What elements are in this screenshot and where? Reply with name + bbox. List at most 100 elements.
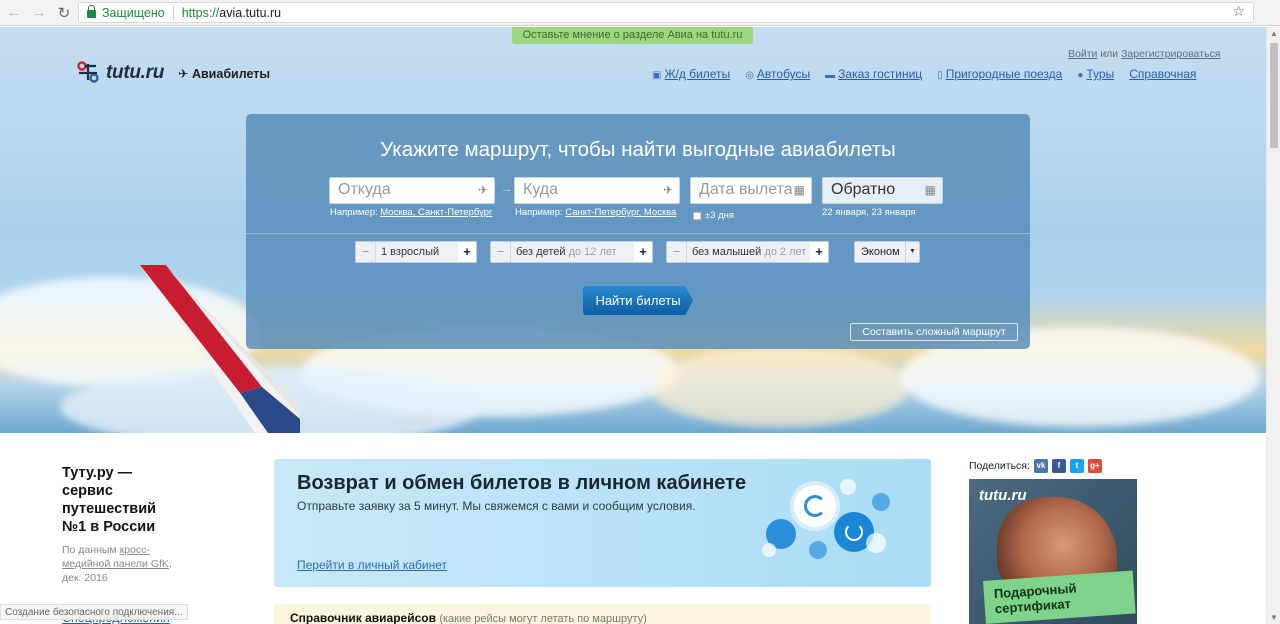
nav-suburban-link[interactable]: ▯ Пригородные поезда bbox=[937, 67, 1062, 81]
page-scrollbar[interactable]: ▲ ▼ bbox=[1266, 27, 1280, 624]
from-field[interactable]: Откуда ✈ bbox=[329, 177, 495, 204]
flight-reference-block[interactable]: Справочник авиарейсов (какие рейсы могут… bbox=[274, 604, 931, 624]
login-link[interactable]: Войти bbox=[1068, 48, 1097, 60]
feedback-banner[interactable]: Оставьте мнение о разделе Авиа на tutu.r… bbox=[512, 27, 753, 44]
return-date-field[interactable]: Обратно ▦ bbox=[822, 177, 943, 204]
browser-status-bar: Создание безопасного подключения... bbox=[0, 604, 188, 620]
return-label: Обратно bbox=[831, 181, 896, 198]
nav-train-link[interactable]: ▣ Ж/д билеты bbox=[652, 67, 730, 81]
search-panel: Укажите маршрут, чтобы найти выгодные ав… bbox=[246, 114, 1030, 349]
address-bar[interactable]: Защищено https://avia.tutu.ru ☆ bbox=[78, 2, 1254, 23]
ad-logo: tutu.ru bbox=[979, 487, 1027, 504]
children-label: без детей bbox=[516, 246, 566, 258]
scroll-thumb[interactable] bbox=[1270, 43, 1278, 148]
address-separator bbox=[172, 5, 174, 20]
train-icon: ▣ bbox=[652, 70, 662, 81]
infants-value: без малышей до 2 лет bbox=[687, 242, 810, 262]
infants-minus-button[interactable]: − bbox=[667, 242, 687, 262]
bed-icon: ▬ bbox=[825, 70, 836, 81]
promo-bubble bbox=[809, 541, 827, 559]
adults-plus-button[interactable]: + bbox=[458, 242, 476, 262]
to-placeholder: Куда bbox=[523, 181, 559, 198]
auth-or: или bbox=[1100, 48, 1119, 60]
adults-minus-button[interactable]: − bbox=[356, 242, 376, 262]
scroll-down-icon[interactable]: ▼ bbox=[1270, 613, 1278, 622]
adults-stepper: − 1 взрослый + bbox=[355, 241, 477, 263]
ad-certificate-label: Подарочный сертификат bbox=[983, 570, 1136, 624]
date-placeholder: Дата вылета bbox=[699, 181, 793, 198]
bookmark-star-icon[interactable]: ☆ bbox=[1232, 3, 1245, 20]
children-plus-button[interactable]: + bbox=[634, 242, 652, 262]
nav-label: Пригородные поезда bbox=[945, 67, 1063, 81]
infants-stepper: − без малышей до 2 лет + bbox=[666, 241, 829, 263]
class-select[interactable]: Эконом ▼ bbox=[854, 241, 920, 263]
plane-icon: ✈ bbox=[178, 67, 189, 81]
tutu-logo[interactable]: tutu.ru bbox=[76, 60, 164, 86]
children-minus-button[interactable]: − bbox=[491, 242, 511, 262]
chevron-down-icon: ▼ bbox=[905, 242, 919, 262]
share-bar: Поделиться: vk f t g+ bbox=[969, 459, 1102, 473]
promo-bubble bbox=[866, 533, 886, 553]
promo-subtitle: Отправьте заявку за 5 минут. Мы свяжемся… bbox=[297, 499, 696, 513]
date-field[interactable]: Дата вылета ▦ bbox=[690, 177, 812, 204]
nav-label: Автобусы bbox=[756, 67, 811, 81]
from-placeholder: Откуда bbox=[338, 181, 391, 198]
back-arrow-icon[interactable]: ← bbox=[3, 2, 25, 24]
infants-note: до 2 лет bbox=[764, 246, 807, 258]
nav-tours-link[interactable]: ● Туры bbox=[1077, 67, 1114, 81]
scroll-up-icon[interactable]: ▲ bbox=[1270, 29, 1278, 38]
lock-icon bbox=[87, 5, 96, 18]
refund-promo-banner[interactable]: Возврат и обмен билетов в личном кабинет… bbox=[274, 459, 931, 587]
nav-bus-link[interactable]: ◎ Автобусы bbox=[745, 67, 810, 81]
cloud-shape bbox=[650, 347, 910, 427]
promo-bubble bbox=[762, 543, 776, 557]
flex-days-checkbox[interactable]: ±3 дня bbox=[693, 210, 734, 221]
plane-icon: ✈ bbox=[477, 183, 488, 197]
complex-route-button[interactable]: Составить сложный маршрут bbox=[850, 323, 1018, 341]
to-field[interactable]: Куда ✈ bbox=[514, 177, 680, 204]
register-link[interactable]: Зарегистрироваться bbox=[1121, 48, 1220, 60]
account-link[interactable]: Перейти в личный кабинет bbox=[297, 558, 447, 572]
find-tickets-button[interactable]: Найти билеты bbox=[583, 286, 693, 315]
browser-toolbar: ← → ↻ Защищено https://avia.tutu.ru ☆ bbox=[0, 0, 1280, 26]
suburban-train-icon: ▯ bbox=[937, 70, 943, 81]
auth-links: Войти или Зарегистрироваться bbox=[1068, 48, 1220, 60]
share-label: Поделиться: bbox=[969, 460, 1030, 472]
children-stepper: − без детей до 12 лет + bbox=[490, 241, 653, 263]
secure-label: Защищено bbox=[102, 5, 165, 20]
reload-icon[interactable]: ↻ bbox=[53, 2, 75, 24]
facebook-share-icon[interactable]: f bbox=[1051, 459, 1066, 473]
nav-label: Заказ гостиниц bbox=[838, 67, 923, 81]
calendar-icon: ▦ bbox=[791, 183, 805, 197]
twitter-share-icon[interactable]: t bbox=[1069, 459, 1084, 473]
top-navigation: ▣ Ж/д билеты ◎ Автобусы ▬ Заказ гостиниц ▯ П… bbox=[652, 67, 1196, 81]
url-text: https://avia.tutu.ru bbox=[182, 6, 281, 20]
refresh-icon bbox=[804, 495, 826, 517]
children-value: без детей до 12 лет bbox=[511, 242, 634, 262]
children-note: до 12 лет bbox=[568, 246, 617, 258]
hint-prefix: Например: bbox=[515, 207, 563, 218]
to-hint: Например: Санкт-Петербург, Москва bbox=[515, 207, 676, 218]
forward-arrow-icon[interactable]: → bbox=[28, 2, 50, 24]
url-host: avia.tutu.ru bbox=[219, 5, 282, 20]
bus-icon: ◎ bbox=[745, 70, 754, 81]
gift-certificate-ad[interactable]: tutu.ru Подарочный сертификат bbox=[969, 479, 1137, 624]
class-value: Эконом bbox=[861, 246, 900, 258]
return-hint[interactable]: 22 января, 23 января bbox=[822, 207, 916, 218]
from-hint-cities[interactable]: Москва, Санкт-Петербург bbox=[380, 207, 492, 218]
infants-label: без малышей bbox=[692, 246, 762, 258]
infants-plus-button[interactable]: + bbox=[810, 242, 828, 262]
plane-icon: ✈ bbox=[662, 183, 673, 197]
calendar-icon: ▦ bbox=[924, 183, 936, 197]
to-hint-cities[interactable]: Санкт-Петербург, Москва bbox=[565, 207, 676, 218]
vk-share-icon[interactable]: vk bbox=[1033, 459, 1048, 473]
hint-prefix: Например: bbox=[330, 207, 378, 218]
nav-hotel-link[interactable]: ▬ Заказ гостиниц bbox=[825, 67, 922, 81]
lead-source: По данным кросс-медийной панели GfK, дек… bbox=[62, 543, 182, 585]
tutu-logo-icon bbox=[77, 61, 99, 83]
lead-source-prefix: По данным bbox=[62, 544, 117, 556]
checkbox-box[interactable] bbox=[693, 211, 701, 220]
nav-reference-link[interactable]: Справочная bbox=[1129, 67, 1196, 81]
google-plus-share-icon[interactable]: g+ bbox=[1087, 459, 1102, 473]
hero-banner: Оставьте мнение о разделе Авиа на tutu.r… bbox=[0, 27, 1266, 433]
